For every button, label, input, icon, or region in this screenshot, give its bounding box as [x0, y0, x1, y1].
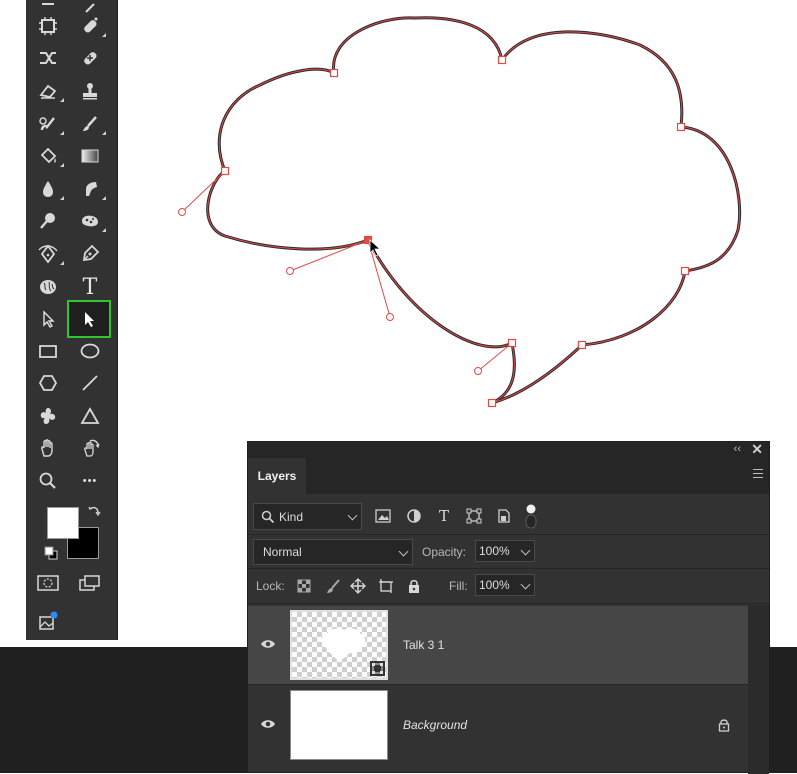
layer-thumbnail: [290, 610, 388, 680]
filter-kind-dropdown[interactable]: Kind: [253, 503, 362, 530]
rectangle-icon[interactable]: [28, 336, 68, 366]
type-icon[interactable]: T: [70, 272, 110, 302]
lock-artboard-icon[interactable]: [377, 577, 395, 595]
smudge-icon[interactable]: [70, 174, 110, 204]
content-aware-move-icon[interactable]: [28, 43, 68, 73]
filter-toggle-icon[interactable]: [522, 502, 540, 530]
hand-icon[interactable]: [28, 433, 68, 463]
layer-row[interactable]: Talk 3 1: [248, 606, 748, 684]
swap-colors-icon[interactable]: [87, 505, 101, 524]
dodge-icon[interactable]: [28, 206, 68, 236]
default-colors-icon[interactable]: [44, 546, 58, 565]
close-panel-button[interactable]: ✕: [751, 441, 763, 458]
lock-position-icon[interactable]: [349, 577, 367, 595]
direction-handles[interactable]: [178, 170, 513, 375]
filter-adjustment-icon[interactable]: [405, 507, 423, 525]
paint-bucket-icon[interactable]: [28, 141, 68, 171]
ellipse-icon[interactable]: [70, 336, 110, 366]
layers-panel: ‹‹ ✕ Layers Kind T Normal Opacity: 100% …: [247, 441, 770, 774]
fill-label: Fill:: [449, 579, 468, 593]
layer-thumbnail: [290, 690, 388, 760]
path-selection-icon[interactable]: [28, 304, 68, 334]
history-brush-icon[interactable]: [28, 109, 68, 139]
filter-type-icon[interactable]: T: [435, 507, 453, 525]
tab-layers[interactable]: Layers: [248, 458, 306, 494]
foreground-color-swatch[interactable]: [47, 507, 79, 539]
layers-scrollbar[interactable]: [748, 605, 769, 774]
panel-menu-icon[interactable]: [753, 469, 763, 481]
blend-mode-value: Normal: [263, 545, 302, 559]
patch-tool-icon[interactable]: [70, 43, 110, 73]
lock-image-pixels-icon[interactable]: [324, 577, 342, 595]
lock-all-icon[interactable]: [405, 577, 423, 595]
visibility-eye-icon[interactable]: [260, 638, 276, 650]
tools-panel: T •••: [26, 0, 118, 640]
search-icon: [261, 510, 275, 523]
visibility-eye-icon[interactable]: [260, 718, 276, 730]
polygon-icon[interactable]: [28, 368, 68, 398]
direct-selection-icon[interactable]: [67, 300, 111, 338]
healing-brush-icon[interactable]: [70, 11, 110, 41]
fill-value: 100%: [479, 578, 510, 592]
panel-tab-strip: Layers: [248, 458, 769, 494]
filter-pixel-icon[interactable]: [374, 507, 392, 525]
panel-title-bar: ‹‹ ✕: [248, 441, 769, 458]
screen-mode-icon[interactable]: [70, 568, 110, 598]
opacity-field[interactable]: 100%: [475, 540, 535, 562]
rotate-view-icon[interactable]: [70, 433, 110, 463]
brain-icon[interactable]: [28, 272, 68, 302]
lock-icon: [718, 719, 730, 732]
generative-image-icon[interactable]: [28, 606, 68, 636]
opacity-value: 100%: [479, 544, 510, 558]
line-icon[interactable]: [70, 368, 110, 398]
filter-smart-object-icon[interactable]: [495, 507, 513, 525]
lock-transparent-pixels-icon[interactable]: [295, 577, 313, 595]
eraser-icon[interactable]: [28, 76, 68, 106]
filter-shape-icon[interactable]: [465, 507, 483, 525]
curvature-pen-icon[interactable]: [28, 239, 68, 269]
speech-bubble-path[interactable]: [206, 16, 742, 405]
zoom-icon[interactable]: [28, 466, 68, 496]
pen-icon[interactable]: [70, 239, 110, 269]
opacity-label: Opacity:: [422, 545, 467, 559]
layer-row[interactable]: Background: [248, 686, 748, 764]
type-glyph: T: [82, 274, 98, 300]
more-icon[interactable]: •••: [70, 466, 110, 496]
filter-kind-value: Kind: [279, 509, 304, 524]
blur-drop-icon[interactable]: [28, 174, 68, 204]
blend-mode-dropdown[interactable]: Normal: [253, 539, 413, 565]
fill-field[interactable]: 100%: [475, 574, 535, 596]
sponge-icon[interactable]: [70, 206, 110, 236]
custom-shape-icon[interactable]: [28, 401, 68, 431]
stamp-icon[interactable]: [70, 76, 110, 106]
lock-label: Lock:: [256, 579, 285, 593]
frame-tool-icon[interactable]: [28, 11, 68, 41]
more-glyph: •••: [82, 475, 98, 487]
layer-name[interactable]: Talk 3 1: [403, 638, 444, 652]
brush-icon[interactable]: [70, 109, 110, 139]
gradient-icon[interactable]: [70, 141, 110, 171]
collapse-panel-button[interactable]: ‹‹: [734, 443, 741, 455]
triangle-icon[interactable]: [70, 401, 110, 431]
quick-mask-icon[interactable]: [28, 568, 68, 598]
layer-name[interactable]: Background: [403, 718, 467, 732]
anchor-points[interactable]: [220, 55, 690, 408]
